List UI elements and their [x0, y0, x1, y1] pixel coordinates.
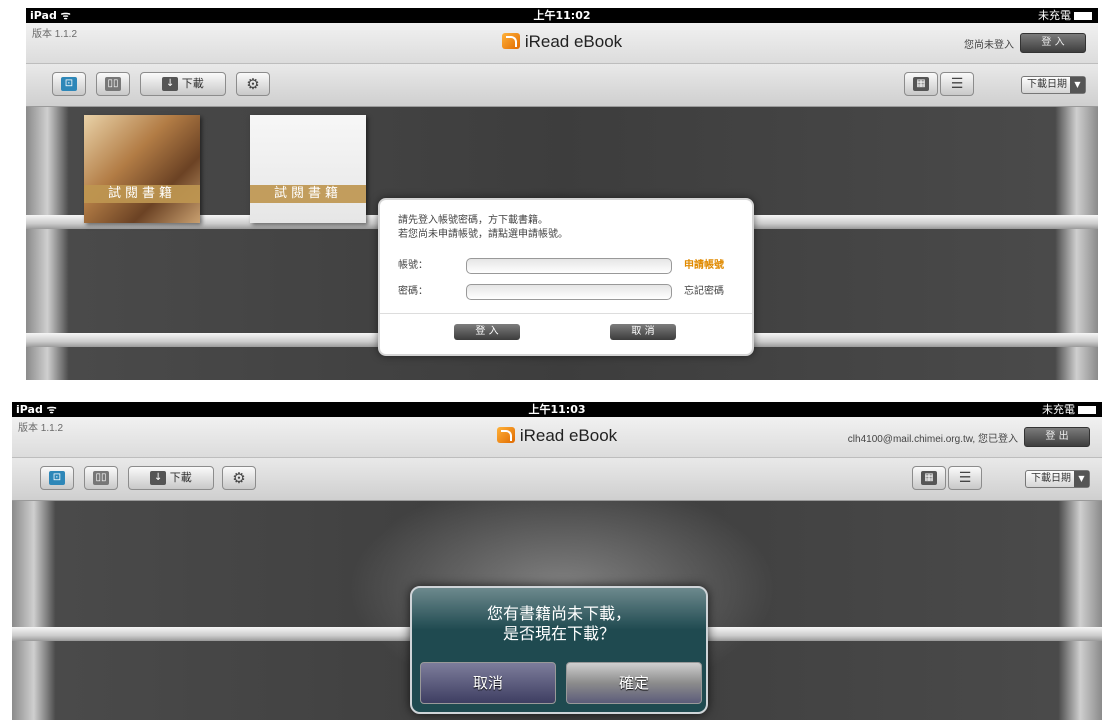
app-title: iRead eBook: [26, 32, 1098, 52]
app-title-text: iRead eBook: [519, 426, 618, 445]
toolbar: ⊡ ▯▯ ↓ 下載 ⚙ ▦ ☰ 下載日期 ▼: [26, 64, 1098, 107]
settings-button[interactable]: ⚙: [222, 466, 256, 490]
gear-icon: ⚙: [246, 75, 260, 93]
list-view-icon: ☰: [950, 76, 964, 92]
grid-view-button[interactable]: ▦: [912, 466, 946, 490]
login-status: 您尚未登入: [964, 40, 1014, 51]
list-view-button[interactable]: ☰: [948, 466, 982, 490]
alert-cancel-button[interactable]: 取消: [420, 662, 556, 704]
app-title-text: iRead eBook: [524, 32, 623, 51]
password-field[interactable]: [466, 284, 672, 300]
bookshelf-button[interactable]: ⊡: [40, 466, 74, 490]
login-message-line: 若您尚未申請帳號，請點選申請帳號。: [398, 229, 568, 240]
screenshot-login: iPad ᯤ 上午11:02 未充電 版本 1.1.2 iRead eBook …: [26, 8, 1098, 380]
trial-ribbon: 試閱書籍: [250, 185, 366, 203]
grid-view-icon: ▦: [913, 77, 929, 91]
list-view-icon: ☰: [958, 470, 972, 486]
download-label: 下載: [169, 471, 192, 484]
battery-label: 未充電: [1042, 403, 1075, 416]
chevron-down-icon: ▼: [1074, 471, 1089, 487]
sort-dropdown[interactable]: 下載日期 ▼: [1021, 76, 1086, 94]
open-book-icon: ▯▯: [93, 471, 109, 485]
bookshelf-icon: ⊡: [61, 77, 77, 91]
dialog-footer: 登 入 取 消: [380, 313, 752, 354]
status-bar: iPad ᯤ 上午11:03 未充電: [12, 402, 1102, 417]
clock: 上午11:03: [528, 403, 586, 416]
account-row: 帳號： 申請帳號: [398, 258, 738, 274]
download-button[interactable]: ↓ 下載: [128, 466, 214, 490]
open-book-icon: ▯▯: [105, 77, 121, 91]
gear-icon: ⚙: [232, 469, 246, 487]
ireader-logo-icon: [501, 33, 520, 49]
sort-label: 下載日期: [1031, 473, 1071, 484]
grid-view-button[interactable]: ▦: [904, 72, 938, 96]
book-cover[interactable]: 試閱書籍: [250, 115, 366, 223]
apply-account-link[interactable]: 申請帳號: [684, 258, 724, 274]
trial-ribbon: 試閱書籍: [84, 185, 200, 203]
battery-status: 未充電: [1042, 402, 1096, 417]
grid-view-icon: ▦: [921, 471, 937, 485]
download-label: 下載: [181, 77, 204, 90]
login-dialog: 請先登入帳號密碼，方下載書籍。 若您尚未申請帳號，請點選申請帳號。 帳號： 申請…: [378, 198, 754, 356]
alert-message: 您有書籍尚未下載， 是否現在下載？: [412, 604, 706, 644]
settings-button[interactable]: ⚙: [236, 72, 270, 96]
chevron-down-icon: ▼: [1070, 77, 1085, 93]
forgot-password-link[interactable]: 忘記密碼: [684, 284, 724, 300]
toolbar: ⊡ ▯▯ ↓ 下載 ⚙ ▦ ☰ 下載日期 ▼: [12, 458, 1102, 501]
sort-dropdown[interactable]: 下載日期 ▼: [1025, 470, 1090, 488]
reader-button[interactable]: ▯▯: [84, 466, 118, 490]
download-button[interactable]: ↓ 下載: [140, 72, 226, 96]
logout-button[interactable]: 登 出: [1024, 427, 1090, 447]
alert-message-line: 您有書籍尚未下載，: [486, 604, 631, 623]
password-row: 密碼： 忘記密碼: [398, 284, 738, 300]
ireader-logo-icon: [496, 427, 515, 443]
sort-label: 下載日期: [1027, 79, 1067, 90]
bookshelf-button[interactable]: ⊡: [52, 72, 86, 96]
reader-button[interactable]: ▯▯: [96, 72, 130, 96]
dialog-cancel-button[interactable]: 取 消: [610, 324, 676, 340]
login-message: 請先登入帳號密碼，方下載書籍。 若您尚未申請帳號，請點選申請帳號。: [398, 214, 568, 242]
battery-status: 未充電: [1038, 8, 1092, 23]
login-button[interactable]: 登 入: [1020, 33, 1086, 53]
screenshot-download-prompt: iPad ᯤ 上午11:03 未充電 版本 1.1.2 iRead eBook …: [12, 402, 1102, 720]
account-label: 帳號：: [398, 260, 428, 271]
battery-icon: [1074, 12, 1092, 20]
bookshelf-icon: ⊡: [49, 471, 65, 485]
clock: 上午11:02: [533, 9, 591, 22]
account-field[interactable]: [466, 258, 672, 274]
alert-message-line: 是否現在下載？: [502, 624, 615, 643]
login-status: clh4100@mail.chimei.org.tw, 您已登入: [847, 434, 1018, 445]
status-bar: iPad ᯤ 上午11:02 未充電: [26, 8, 1098, 23]
alert-confirm-button[interactable]: 確定: [566, 662, 702, 704]
book-cover[interactable]: 試閱書籍: [84, 115, 200, 223]
app-header: 版本 1.1.2 iRead eBook clh4100@mail.chimei…: [12, 417, 1102, 458]
login-message-line: 請先登入帳號密碼，方下載書籍。: [398, 215, 548, 226]
download-icon: ↓: [162, 77, 179, 91]
app-header: 版本 1.1.2 iRead eBook 您尚未登入 登 入: [26, 23, 1098, 64]
battery-icon: [1078, 406, 1096, 414]
download-icon: ↓: [150, 471, 167, 485]
battery-label: 未充電: [1038, 9, 1071, 22]
password-label: 密碼：: [398, 286, 428, 297]
list-view-button[interactable]: ☰: [940, 72, 974, 96]
download-alert: 您有書籍尚未下載， 是否現在下載？ 取消 確定: [410, 586, 708, 714]
dialog-login-button[interactable]: 登 入: [454, 324, 520, 340]
